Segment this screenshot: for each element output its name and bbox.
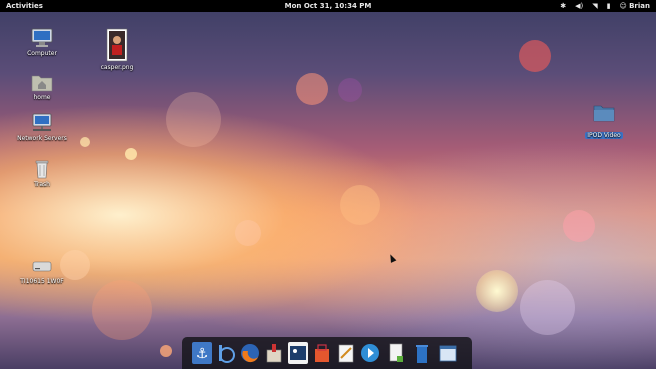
anchor-icon[interactable]: ⚓ — [192, 342, 212, 364]
wifi-icon[interactable]: ◥ — [592, 0, 597, 12]
user-name: Brian — [629, 2, 650, 10]
desktop-icon-label: Computer — [27, 50, 57, 57]
battery-icon[interactable]: ▮ — [607, 0, 611, 12]
home-folder-icon — [31, 72, 53, 92]
document-icon[interactable] — [386, 342, 406, 364]
desktop-icon-home[interactable]: home — [12, 72, 72, 101]
trash-bin-icon[interactable] — [412, 342, 432, 364]
desktop-icon-label: casper.png — [100, 64, 134, 71]
desktop-icon-label: home — [33, 94, 51, 101]
folder-icon — [593, 102, 615, 122]
network-servers-icon — [31, 113, 53, 133]
status-tray: ✱ ◀) ◥ ▮ ☺ Brian — [560, 0, 650, 12]
clock-menu[interactable]: Mon Oct 31, 10:34 PM — [0, 0, 656, 12]
image-file-icon — [106, 28, 128, 62]
software-center-icon[interactable] — [264, 342, 284, 364]
image-viewer-icon[interactable] — [288, 342, 308, 364]
svg-text:⚓: ⚓ — [196, 346, 209, 362]
computer-icon — [31, 28, 53, 48]
volume-icon[interactable]: ◀) — [575, 0, 583, 12]
user-icon: ☺ — [619, 2, 627, 10]
drive-icon — [31, 256, 53, 276]
media-player-icon[interactable] — [360, 342, 380, 364]
desktop-icon-label: Network Servers — [17, 135, 67, 142]
desktop-icon-label: IPOD Video — [585, 132, 623, 139]
trash-icon — [31, 159, 53, 179]
desktop-icon-label: TI10615 1W0F — [20, 278, 64, 285]
firefox-icon[interactable] — [240, 342, 260, 364]
desktop-icon-network-servers[interactable]: Network Servers — [12, 113, 72, 142]
desktop-icon-label: Trash — [34, 181, 50, 188]
user-menu[interactable]: ☺ Brian — [620, 0, 650, 12]
window-icon[interactable] — [438, 342, 458, 364]
app-bag-icon[interactable] — [312, 342, 332, 364]
desktop-icon-casper-png[interactable]: casper.png — [87, 28, 147, 71]
bluetooth-app-icon[interactable] — [216, 342, 236, 364]
top-panel: Activities Mon Oct 31, 10:34 PM ✱ ◀) ◥ ▮… — [0, 0, 656, 12]
text-editor-icon[interactable] — [336, 342, 356, 364]
dock: ⚓ — [182, 337, 472, 369]
desktop-icon-drive[interactable]: TI10615 1W0F — [12, 256, 72, 285]
desktop-icon-computer[interactable]: Computer — [12, 28, 72, 57]
bluetooth-icon[interactable]: ✱ — [560, 0, 566, 12]
desktop-icon-ipod-video[interactable]: IPOD Video — [574, 102, 634, 141]
desktop-icon-trash[interactable]: Trash — [12, 159, 72, 188]
activities-button[interactable]: Activities — [6, 0, 43, 12]
